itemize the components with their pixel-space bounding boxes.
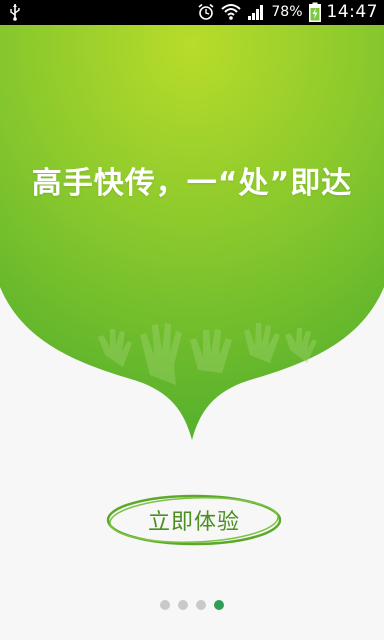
page-dot[interactable] [196, 600, 206, 610]
page-dot[interactable] [178, 600, 188, 610]
page-dot[interactable] [160, 600, 170, 610]
try-now-button[interactable]: 立即体验 [104, 492, 284, 548]
hero-background [0, 25, 384, 440]
battery-percent: 78% [271, 4, 303, 20]
signal-icon [248, 5, 264, 20]
battery-icon [308, 2, 321, 22]
try-now-label: 立即体验 [147, 510, 240, 535]
clock-time: 14:47 [326, 2, 378, 22]
status-bar: 78% 14:47 [0, 0, 384, 25]
page-dot-active[interactable] [214, 600, 224, 610]
usb-icon [10, 4, 20, 21]
page-indicator [0, 600, 384, 610]
hero-banner [0, 25, 384, 445]
hero-headline: 高手快传，一“处”即达 [31, 166, 353, 201]
alarm-icon [198, 3, 214, 20]
wifi-icon [221, 4, 242, 20]
